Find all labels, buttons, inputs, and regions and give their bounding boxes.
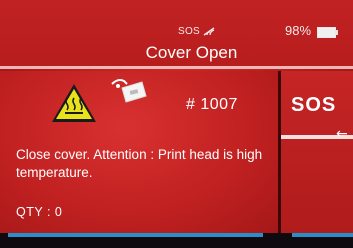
error-code: # 1007 (186, 96, 238, 113)
alert-message: Close cover. Attention : Print head is h… (16, 147, 263, 180)
sos-status-text: SOS (178, 26, 201, 37)
open-cover-icon (108, 76, 150, 108)
title-divider (0, 66, 353, 69)
signal-icon (203, 27, 215, 36)
sos-status-indicator: SOS (178, 26, 215, 37)
sos-button-label: SOS (291, 94, 337, 116)
quantity-label: QTY : 0 (16, 205, 63, 219)
battery-icon (317, 27, 338, 38)
page-indicator-bar-secondary (292, 233, 353, 237)
arrow-left-icon: ← (336, 126, 348, 142)
hot-surface-warning-icon (50, 82, 98, 124)
page-indicator-bar (8, 233, 263, 237)
battery-percentage: 98% (285, 23, 312, 38)
printer-screen: SOS 98% Cover Open # 1007 Close cover. A… (0, 0, 353, 248)
page-title: Cover Open (145, 43, 238, 62)
